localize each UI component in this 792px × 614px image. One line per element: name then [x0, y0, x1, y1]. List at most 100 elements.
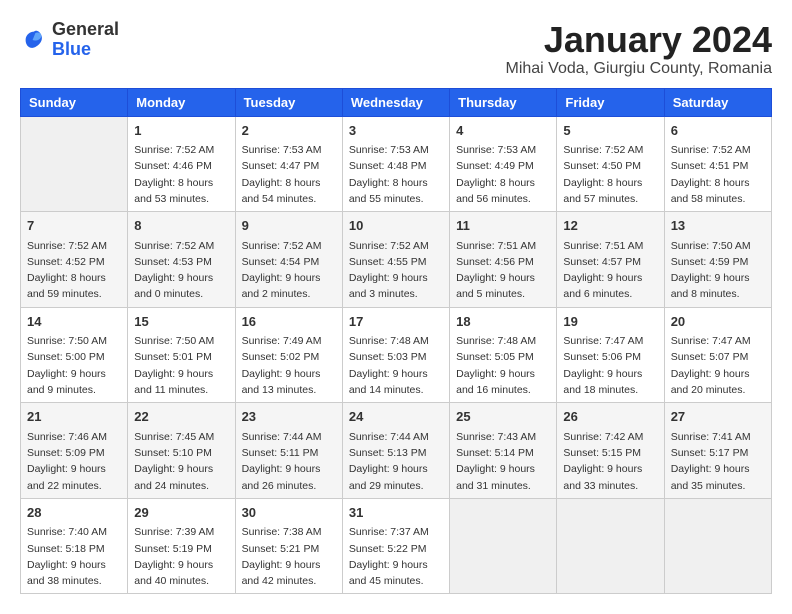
- day-info: Sunrise: 7:53 AM Sunset: 4:47 PM Dayligh…: [242, 142, 336, 207]
- day-number: 28: [27, 503, 121, 523]
- day-number: 6: [671, 121, 765, 141]
- calendar-day-cell: 31Sunrise: 7:37 AM Sunset: 5:22 PM Dayli…: [342, 498, 449, 594]
- day-info: Sunrise: 7:52 AM Sunset: 4:55 PM Dayligh…: [349, 238, 443, 303]
- calendar-day-cell: 20Sunrise: 7:47 AM Sunset: 5:07 PM Dayli…: [664, 307, 771, 403]
- page-header: General Blue January 2024 Mihai Voda, Gi…: [20, 20, 772, 78]
- calendar-day-cell: 8Sunrise: 7:52 AM Sunset: 4:53 PM Daylig…: [128, 212, 235, 308]
- calendar-body: 1Sunrise: 7:52 AM Sunset: 4:46 PM Daylig…: [21, 116, 772, 594]
- calendar-day-cell: 5Sunrise: 7:52 AM Sunset: 4:50 PM Daylig…: [557, 116, 664, 212]
- day-number: 11: [456, 216, 550, 236]
- day-number: 24: [349, 407, 443, 427]
- day-info: Sunrise: 7:45 AM Sunset: 5:10 PM Dayligh…: [134, 429, 228, 494]
- day-number: 5: [563, 121, 657, 141]
- day-number: 23: [242, 407, 336, 427]
- day-info: Sunrise: 7:41 AM Sunset: 5:17 PM Dayligh…: [671, 429, 765, 494]
- day-info: Sunrise: 7:39 AM Sunset: 5:19 PM Dayligh…: [134, 524, 228, 589]
- day-info: Sunrise: 7:37 AM Sunset: 5:22 PM Dayligh…: [349, 524, 443, 589]
- day-number: 13: [671, 216, 765, 236]
- day-info: Sunrise: 7:53 AM Sunset: 4:49 PM Dayligh…: [456, 142, 550, 207]
- day-number: 1: [134, 121, 228, 141]
- calendar-day-cell: 24Sunrise: 7:44 AM Sunset: 5:13 PM Dayli…: [342, 403, 449, 499]
- calendar-subtitle: Mihai Voda, Giurgiu County, Romania: [505, 60, 772, 78]
- calendar-day-cell: 23Sunrise: 7:44 AM Sunset: 5:11 PM Dayli…: [235, 403, 342, 499]
- day-number: 12: [563, 216, 657, 236]
- calendar-day-cell: [450, 498, 557, 594]
- day-number: 7: [27, 216, 121, 236]
- weekday-header-cell: Sunday: [21, 88, 128, 116]
- day-info: Sunrise: 7:47 AM Sunset: 5:06 PM Dayligh…: [563, 333, 657, 398]
- day-number: 3: [349, 121, 443, 141]
- day-number: 18: [456, 312, 550, 332]
- day-info: Sunrise: 7:51 AM Sunset: 4:56 PM Dayligh…: [456, 238, 550, 303]
- day-info: Sunrise: 7:46 AM Sunset: 5:09 PM Dayligh…: [27, 429, 121, 494]
- calendar-week-row: 1Sunrise: 7:52 AM Sunset: 4:46 PM Daylig…: [21, 116, 772, 212]
- day-info: Sunrise: 7:50 AM Sunset: 5:00 PM Dayligh…: [27, 333, 121, 398]
- calendar-day-cell: 6Sunrise: 7:52 AM Sunset: 4:51 PM Daylig…: [664, 116, 771, 212]
- day-number: 4: [456, 121, 550, 141]
- calendar-day-cell: 13Sunrise: 7:50 AM Sunset: 4:59 PM Dayli…: [664, 212, 771, 308]
- day-number: 27: [671, 407, 765, 427]
- calendar-day-cell: 26Sunrise: 7:42 AM Sunset: 5:15 PM Dayli…: [557, 403, 664, 499]
- calendar-day-cell: 2Sunrise: 7:53 AM Sunset: 4:47 PM Daylig…: [235, 116, 342, 212]
- day-info: Sunrise: 7:49 AM Sunset: 5:02 PM Dayligh…: [242, 333, 336, 398]
- day-info: Sunrise: 7:50 AM Sunset: 5:01 PM Dayligh…: [134, 333, 228, 398]
- calendar-week-row: 7Sunrise: 7:52 AM Sunset: 4:52 PM Daylig…: [21, 212, 772, 308]
- calendar-day-cell: 18Sunrise: 7:48 AM Sunset: 5:05 PM Dayli…: [450, 307, 557, 403]
- day-info: Sunrise: 7:53 AM Sunset: 4:48 PM Dayligh…: [349, 142, 443, 207]
- calendar-day-cell: 21Sunrise: 7:46 AM Sunset: 5:09 PM Dayli…: [21, 403, 128, 499]
- day-info: Sunrise: 7:52 AM Sunset: 4:50 PM Dayligh…: [563, 142, 657, 207]
- day-number: 31: [349, 503, 443, 523]
- day-info: Sunrise: 7:48 AM Sunset: 5:05 PM Dayligh…: [456, 333, 550, 398]
- calendar-week-row: 14Sunrise: 7:50 AM Sunset: 5:00 PM Dayli…: [21, 307, 772, 403]
- day-info: Sunrise: 7:52 AM Sunset: 4:46 PM Dayligh…: [134, 142, 228, 207]
- day-number: 16: [242, 312, 336, 332]
- calendar-day-cell: 3Sunrise: 7:53 AM Sunset: 4:48 PM Daylig…: [342, 116, 449, 212]
- logo-line1: General: [52, 20, 119, 40]
- day-number: 15: [134, 312, 228, 332]
- day-info: Sunrise: 7:38 AM Sunset: 5:21 PM Dayligh…: [242, 524, 336, 589]
- calendar-day-cell: 17Sunrise: 7:48 AM Sunset: 5:03 PM Dayli…: [342, 307, 449, 403]
- day-info: Sunrise: 7:48 AM Sunset: 5:03 PM Dayligh…: [349, 333, 443, 398]
- day-info: Sunrise: 7:52 AM Sunset: 4:53 PM Dayligh…: [134, 238, 228, 303]
- day-info: Sunrise: 7:50 AM Sunset: 4:59 PM Dayligh…: [671, 238, 765, 303]
- calendar-day-cell: 15Sunrise: 7:50 AM Sunset: 5:01 PM Dayli…: [128, 307, 235, 403]
- calendar-title: January 2024: [505, 20, 772, 60]
- day-number: 19: [563, 312, 657, 332]
- day-number: 2: [242, 121, 336, 141]
- calendar-day-cell: [664, 498, 771, 594]
- day-info: Sunrise: 7:42 AM Sunset: 5:15 PM Dayligh…: [563, 429, 657, 494]
- calendar-day-cell: 11Sunrise: 7:51 AM Sunset: 4:56 PM Dayli…: [450, 212, 557, 308]
- day-number: 9: [242, 216, 336, 236]
- day-info: Sunrise: 7:52 AM Sunset: 4:52 PM Dayligh…: [27, 238, 121, 303]
- calendar-day-cell: 27Sunrise: 7:41 AM Sunset: 5:17 PM Dayli…: [664, 403, 771, 499]
- title-section: January 2024 Mihai Voda, Giurgiu County,…: [505, 20, 772, 78]
- calendar-week-row: 21Sunrise: 7:46 AM Sunset: 5:09 PM Dayli…: [21, 403, 772, 499]
- calendar-day-cell: 10Sunrise: 7:52 AM Sunset: 4:55 PM Dayli…: [342, 212, 449, 308]
- day-number: 10: [349, 216, 443, 236]
- day-info: Sunrise: 7:43 AM Sunset: 5:14 PM Dayligh…: [456, 429, 550, 494]
- calendar-day-cell: 25Sunrise: 7:43 AM Sunset: 5:14 PM Dayli…: [450, 403, 557, 499]
- day-info: Sunrise: 7:44 AM Sunset: 5:11 PM Dayligh…: [242, 429, 336, 494]
- day-number: 25: [456, 407, 550, 427]
- weekday-header-cell: Wednesday: [342, 88, 449, 116]
- day-number: 26: [563, 407, 657, 427]
- day-number: 29: [134, 503, 228, 523]
- logo: General Blue: [20, 20, 119, 60]
- calendar-day-cell: 29Sunrise: 7:39 AM Sunset: 5:19 PM Dayli…: [128, 498, 235, 594]
- logo-line2: Blue: [52, 40, 119, 60]
- weekday-header-cell: Tuesday: [235, 88, 342, 116]
- calendar-day-cell: 14Sunrise: 7:50 AM Sunset: 5:00 PM Dayli…: [21, 307, 128, 403]
- day-info: Sunrise: 7:47 AM Sunset: 5:07 PM Dayligh…: [671, 333, 765, 398]
- calendar-day-cell: 30Sunrise: 7:38 AM Sunset: 5:21 PM Dayli…: [235, 498, 342, 594]
- calendar-day-cell: [557, 498, 664, 594]
- weekday-header-cell: Friday: [557, 88, 664, 116]
- calendar-day-cell: 12Sunrise: 7:51 AM Sunset: 4:57 PM Dayli…: [557, 212, 664, 308]
- day-number: 17: [349, 312, 443, 332]
- day-number: 30: [242, 503, 336, 523]
- weekday-header-cell: Monday: [128, 88, 235, 116]
- calendar-day-cell: 28Sunrise: 7:40 AM Sunset: 5:18 PM Dayli…: [21, 498, 128, 594]
- weekday-header-cell: Saturday: [664, 88, 771, 116]
- day-info: Sunrise: 7:40 AM Sunset: 5:18 PM Dayligh…: [27, 524, 121, 589]
- day-number: 20: [671, 312, 765, 332]
- calendar-week-row: 28Sunrise: 7:40 AM Sunset: 5:18 PM Dayli…: [21, 498, 772, 594]
